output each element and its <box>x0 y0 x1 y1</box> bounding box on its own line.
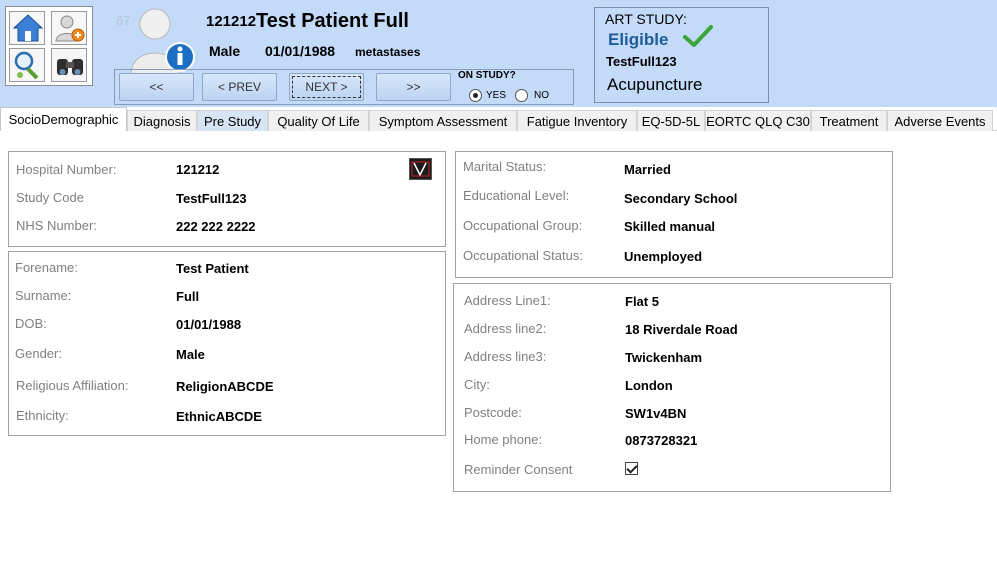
tab-diagnosis[interactable]: Diagnosis <box>127 110 197 131</box>
study-code-label: Study Code <box>16 190 84 205</box>
search-icon <box>14 51 39 80</box>
nhs-number-label: NHS Number: <box>16 218 97 233</box>
tab-adverse-events[interactable]: Adverse Events <box>887 110 993 131</box>
binoculars-icon <box>57 59 83 75</box>
header-hospital-number: 121212 <box>206 13 257 30</box>
postcode-label: Postcode: <box>464 405 522 420</box>
header-patient-name: Test Patient Full <box>256 10 409 32</box>
address-line3-value[interactable]: Twickenham <box>625 350 702 365</box>
tab-quality-of-life[interactable]: Quality Of Life <box>268 110 369 131</box>
dob-value[interactable]: 01/01/1988 <box>176 317 241 332</box>
address-line1-label: Address Line1: <box>464 293 551 308</box>
tab-symptom-assessment[interactable]: Symptom Assessment <box>369 110 517 131</box>
nhs-number-value[interactable]: 222 222 2222 <box>176 219 256 234</box>
tab-pre-study[interactable]: Pre Study <box>197 110 268 131</box>
next-record-button[interactable]: NEXT > <box>289 73 364 101</box>
ethnicity-label: Ethnicity: <box>16 408 69 423</box>
quick-toolbar <box>5 6 93 86</box>
patient-header: 67 121212 Test Patient Full Male 01/01/1… <box>0 0 997 107</box>
occupational-group-value[interactable]: Skilled manual <box>624 219 715 234</box>
marital-status-label: Marital Status: <box>463 159 547 174</box>
art-study-status: Eligible <box>608 30 669 49</box>
dob-label: DOB: <box>15 316 47 331</box>
add-patient-button[interactable] <box>51 11 87 45</box>
religion-value[interactable]: ReligionABCDE <box>176 379 274 394</box>
prev-record-button[interactable]: < PREV <box>202 73 277 101</box>
reminder-consent-label: Reminder Consent <box>464 462 573 477</box>
gender-label: Gender: <box>15 346 62 361</box>
on-study-yes-label: YES <box>486 90 507 101</box>
home-icon <box>12 14 44 42</box>
address-line1-value[interactable]: Flat 5 <box>625 294 659 309</box>
surname-value[interactable]: Full <box>176 289 199 304</box>
search-patient-button[interactable] <box>9 48 45 82</box>
religion-label: Religious Affiliation: <box>16 378 129 393</box>
check-icon <box>683 25 713 47</box>
patient-record-window: 67 121212 Test Patient Full Male 01/01/1… <box>0 0 997 581</box>
reminder-consent-checkbox[interactable] <box>625 462 638 475</box>
first-record-button[interactable]: << <box>119 73 194 101</box>
art-study-code: TestFull123 <box>606 54 677 69</box>
header-diagnosis: metastases <box>355 45 421 59</box>
header-gender: Male <box>209 43 241 59</box>
hospital-number-value[interactable]: 121212 <box>176 162 219 177</box>
ethnicity-value[interactable]: EthnicABCDE <box>176 409 262 424</box>
tab-treatment[interactable]: Treatment <box>811 110 887 131</box>
surname-label: Surname: <box>15 288 72 303</box>
address-line2-value[interactable]: 18 Riverdale Road <box>625 322 738 337</box>
on-study-yes-radio[interactable] <box>469 89 482 102</box>
art-study-therapy: Acupuncture <box>607 75 703 94</box>
home-phone-value[interactable]: 0873728321 <box>625 433 697 448</box>
study-logo-icon <box>409 158 432 180</box>
address-line2-label: Address line2: <box>464 321 547 336</box>
education-label: Educational Level: <box>463 188 570 203</box>
on-study-label: ON STUDY? <box>458 70 516 81</box>
art-study-title: ART STUDY: <box>605 11 687 27</box>
address-line3-label: Address line3: <box>464 349 547 364</box>
tab-sociodemographic[interactable]: SocioDemographic <box>0 107 127 131</box>
home-button[interactable] <box>9 11 45 45</box>
study-code-value[interactable]: TestFull123 <box>176 191 247 206</box>
postcode-value[interactable]: SW1v4BN <box>625 406 686 421</box>
occupational-group-label: Occupational Group: <box>463 218 583 233</box>
marital-status-value[interactable]: Married <box>624 162 671 177</box>
patient-avatar-info-icon <box>130 8 195 74</box>
hospital-number-label: Hospital Number: <box>16 162 117 177</box>
art-study-panel: ART STUDY: Eligible TestFull123 Acupunct… <box>594 7 769 103</box>
header-dob: 01/01/1988 <box>265 43 336 59</box>
home-phone-label: Home phone: <box>464 432 543 447</box>
city-value[interactable]: London <box>625 378 673 393</box>
forename-label: Forename: <box>15 260 78 275</box>
tab-eortc-qlq-c30[interactable]: EORTC QLQ C30 <box>705 110 811 131</box>
city-label: City: <box>464 377 490 392</box>
last-record-button[interactable]: >> <box>376 73 451 101</box>
forename-value[interactable]: Test Patient <box>176 261 249 276</box>
on-study-no-radio[interactable] <box>515 89 528 102</box>
occupational-status-label: Occupational Status: <box>463 248 583 263</box>
gender-value[interactable]: Male <box>176 347 205 362</box>
tab-eq-5d-5l[interactable]: EQ-5D-5L <box>637 110 705 131</box>
add-user-icon <box>55 15 85 42</box>
find-button[interactable] <box>51 48 87 82</box>
occupational-status-value[interactable]: Unemployed <box>624 249 702 264</box>
on-study-no-label: NO <box>534 90 549 101</box>
tab-fatigue-inventory[interactable]: Fatigue Inventory <box>517 110 637 131</box>
education-value[interactable]: Secondary School <box>624 191 737 206</box>
